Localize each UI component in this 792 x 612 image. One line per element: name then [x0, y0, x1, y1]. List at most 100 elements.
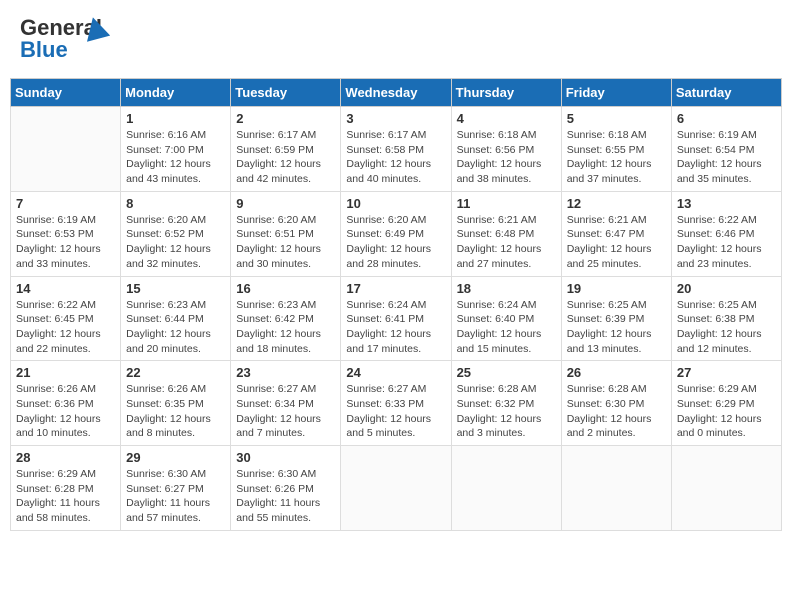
calendar-day-cell: 21Sunrise: 6:26 AM Sunset: 6:36 PM Dayli…	[11, 361, 121, 446]
calendar: SundayMondayTuesdayWednesdayThursdayFrid…	[10, 78, 782, 531]
day-detail: Sunrise: 6:23 AM Sunset: 6:42 PM Dayligh…	[236, 298, 335, 357]
calendar-week-row: 14 Sunrise: 6:22 AM Sunset: 6:45 PM Dayli…	[11, 276, 782, 361]
calendar-day-cell: 30 Sunrise: 6:30 AM Sunset: 6:26 PM Dayli…	[231, 446, 341, 531]
calendar-header-row: SundayMondayTuesdayWednesdayThursdayFrid…	[11, 79, 782, 107]
day-detail: Sunrise: 6:24 AM Sunset: 6:41 PM Dayligh…	[346, 298, 445, 357]
day-number: 27	[677, 365, 776, 380]
day-number: 30	[236, 450, 335, 465]
day-number: 9	[236, 196, 335, 211]
calendar-week-row: 28 Sunrise: 6:29 AM Sunset: 6:28 PM Dayli…	[11, 446, 782, 531]
weekday-header: Sunday	[11, 79, 121, 107]
day-detail: Sunrise: 6:26 AM Sunset: 6:35 PM Dayligh…	[126, 382, 225, 441]
day-detail: Sunrise: 6:20 AM Sunset: 6:51 PM Dayligh…	[236, 213, 335, 272]
day-number: 26	[567, 365, 666, 380]
day-detail: Sunrise: 6:21 AM Sunset: 6:48 PM Dayligh…	[457, 213, 556, 272]
calendar-day-cell: 8 Sunrise: 6:20 AM Sunset: 6:52 PM Daylig…	[121, 191, 231, 276]
logo-icon	[82, 15, 110, 43]
day-number: 28	[16, 450, 115, 465]
day-number: 20	[677, 281, 776, 296]
day-detail: Sunrise: 6:19 AM Sunset: 6:53 PM Dayligh…	[16, 213, 115, 272]
calendar-day-cell	[671, 446, 781, 531]
day-detail: Sunrise: 6:23 AM Sunset: 6:44 PM Dayligh…	[126, 298, 225, 357]
calendar-day-cell: 2 Sunrise: 6:17 AM Sunset: 6:59 PM Daylig…	[231, 107, 341, 192]
calendar-week-row: 7 Sunrise: 6:19 AM Sunset: 6:53 PM Daylig…	[11, 191, 782, 276]
day-number: 17	[346, 281, 445, 296]
day-detail: Sunrise: 6:22 AM Sunset: 6:46 PM Dayligh…	[677, 213, 776, 272]
day-detail: Sunrise: 6:25 AM Sunset: 6:39 PM Dayligh…	[567, 298, 666, 357]
calendar-day-cell: 23 Sunrise: 6:27 AM Sunset: 6:34 PM Dayli…	[231, 361, 341, 446]
day-number: 1	[126, 111, 225, 126]
day-number: 24	[346, 365, 445, 380]
day-detail: Sunrise: 6:19 AM Sunset: 6:54 PM Dayligh…	[677, 128, 776, 187]
day-detail: Sunrise: 6:30 AM Sunset: 6:27 PM Dayligh…	[126, 467, 225, 526]
weekday-header: Friday	[561, 79, 671, 107]
day-number: 11	[457, 196, 556, 211]
calendar-day-cell: 7 Sunrise: 6:19 AM Sunset: 6:53 PM Daylig…	[11, 191, 121, 276]
day-number: 10	[346, 196, 445, 211]
calendar-day-cell: 5 Sunrise: 6:18 AM Sunset: 6:55 PM Daylig…	[561, 107, 671, 192]
day-detail: Sunrise: 6:20 AM Sunset: 6:52 PM Dayligh…	[126, 213, 225, 272]
calendar-day-cell: 11 Sunrise: 6:21 AM Sunset: 6:48 PM Dayli…	[451, 191, 561, 276]
day-detail: Sunrise: 6:20 AM Sunset: 6:49 PM Dayligh…	[346, 213, 445, 272]
day-detail: Sunrise: 6:29 AM Sunset: 6:29 PM Dayligh…	[677, 382, 776, 441]
day-number: 6	[677, 111, 776, 126]
calendar-week-row: 21Sunrise: 6:26 AM Sunset: 6:36 PM Dayli…	[11, 361, 782, 446]
calendar-day-cell: 28 Sunrise: 6:29 AM Sunset: 6:28 PM Dayli…	[11, 446, 121, 531]
day-number: 3	[346, 111, 445, 126]
calendar-day-cell: 18 Sunrise: 6:24 AM Sunset: 6:40 PM Dayli…	[451, 276, 561, 361]
day-detail: Sunrise: 6:18 AM Sunset: 6:55 PM Dayligh…	[567, 128, 666, 187]
day-detail: Sunrise: 6:26 AM Sunset: 6:36 PM Dayligh…	[16, 382, 115, 441]
calendar-day-cell: 20 Sunrise: 6:25 AM Sunset: 6:38 PM Dayli…	[671, 276, 781, 361]
day-number: 4	[457, 111, 556, 126]
calendar-day-cell: 27 Sunrise: 6:29 AM Sunset: 6:29 PM Dayli…	[671, 361, 781, 446]
logo-blue: Blue	[20, 37, 68, 63]
day-number: 7	[16, 196, 115, 211]
calendar-day-cell: 26 Sunrise: 6:28 AM Sunset: 6:30 PM Dayli…	[561, 361, 671, 446]
day-number: 14	[16, 281, 115, 296]
calendar-day-cell: 10 Sunrise: 6:20 AM Sunset: 6:49 PM Dayli…	[341, 191, 451, 276]
weekday-header: Saturday	[671, 79, 781, 107]
weekday-header: Wednesday	[341, 79, 451, 107]
day-detail: Sunrise: 6:30 AM Sunset: 6:26 PM Dayligh…	[236, 467, 335, 526]
calendar-day-cell: 19 Sunrise: 6:25 AM Sunset: 6:39 PM Dayli…	[561, 276, 671, 361]
day-detail: Sunrise: 6:21 AM Sunset: 6:47 PM Dayligh…	[567, 213, 666, 272]
logo: General Blue	[20, 15, 110, 65]
day-number: 25	[457, 365, 556, 380]
weekday-header: Tuesday	[231, 79, 341, 107]
day-number: 23	[236, 365, 335, 380]
day-number: 22	[126, 365, 225, 380]
day-detail: Sunrise: 6:29 AM Sunset: 6:28 PM Dayligh…	[16, 467, 115, 526]
calendar-day-cell: 1 Sunrise: 6:16 AM Sunset: 7:00 PM Daylig…	[121, 107, 231, 192]
day-number: 19	[567, 281, 666, 296]
day-number: 29	[126, 450, 225, 465]
day-number: 16	[236, 281, 335, 296]
day-number: 8	[126, 196, 225, 211]
calendar-day-cell: 6 Sunrise: 6:19 AM Sunset: 6:54 PM Daylig…	[671, 107, 781, 192]
day-detail: Sunrise: 6:22 AM Sunset: 6:45 PM Dayligh…	[16, 298, 115, 357]
calendar-day-cell: 24Sunrise: 6:27 AM Sunset: 6:33 PM Dayli…	[341, 361, 451, 446]
calendar-day-cell: 25Sunrise: 6:28 AM Sunset: 6:32 PM Dayli…	[451, 361, 561, 446]
calendar-day-cell	[451, 446, 561, 531]
calendar-day-cell: 16 Sunrise: 6:23 AM Sunset: 6:42 PM Dayli…	[231, 276, 341, 361]
day-number: 5	[567, 111, 666, 126]
day-detail: Sunrise: 6:17 AM Sunset: 6:59 PM Dayligh…	[236, 128, 335, 187]
day-detail: Sunrise: 6:27 AM Sunset: 6:34 PM Dayligh…	[236, 382, 335, 441]
day-detail: Sunrise: 6:28 AM Sunset: 6:30 PM Dayligh…	[567, 382, 666, 441]
day-detail: Sunrise: 6:24 AM Sunset: 6:40 PM Dayligh…	[457, 298, 556, 357]
day-number: 2	[236, 111, 335, 126]
calendar-day-cell: 17 Sunrise: 6:24 AM Sunset: 6:41 PM Dayli…	[341, 276, 451, 361]
day-number: 15	[126, 281, 225, 296]
day-detail: Sunrise: 6:25 AM Sunset: 6:38 PM Dayligh…	[677, 298, 776, 357]
calendar-day-cell: 15 Sunrise: 6:23 AM Sunset: 6:44 PM Dayli…	[121, 276, 231, 361]
calendar-day-cell: 29 Sunrise: 6:30 AM Sunset: 6:27 PM Dayli…	[121, 446, 231, 531]
calendar-day-cell	[341, 446, 451, 531]
calendar-day-cell: 13 Sunrise: 6:22 AM Sunset: 6:46 PM Dayli…	[671, 191, 781, 276]
day-number: 12	[567, 196, 666, 211]
weekday-header: Monday	[121, 79, 231, 107]
day-detail: Sunrise: 6:18 AM Sunset: 6:56 PM Dayligh…	[457, 128, 556, 187]
day-detail: Sunrise: 6:16 AM Sunset: 7:00 PM Dayligh…	[126, 128, 225, 187]
calendar-day-cell: 14 Sunrise: 6:22 AM Sunset: 6:45 PM Dayli…	[11, 276, 121, 361]
calendar-day-cell: 12 Sunrise: 6:21 AM Sunset: 6:47 PM Dayli…	[561, 191, 671, 276]
day-number: 18	[457, 281, 556, 296]
day-number: 13	[677, 196, 776, 211]
